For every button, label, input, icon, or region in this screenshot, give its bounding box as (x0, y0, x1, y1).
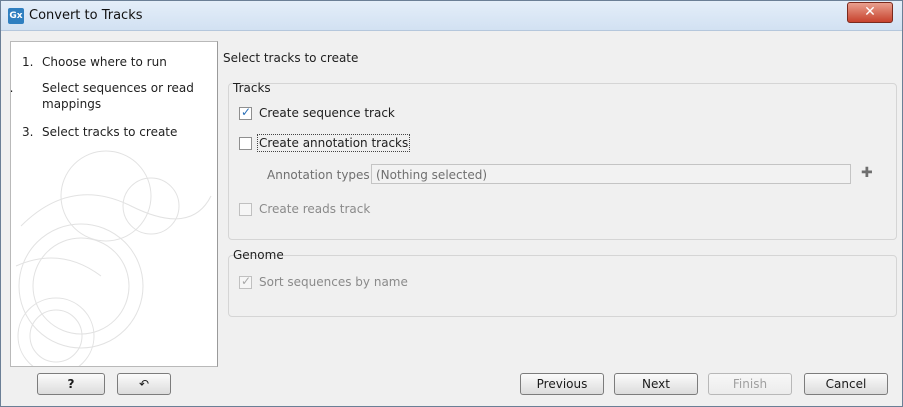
annotation-types-label: Annotation types (267, 168, 370, 182)
dialog-footer: ? ↶ Previous Next Finish Cancel (1, 366, 902, 406)
step-number: 2. (10, 81, 14, 95)
decorative-spiral-graphic (15, 150, 212, 366)
dialog-window: Gx Convert to Tracks ✕ 1. Choose where to… (0, 0, 903, 407)
checkbox-label: Sort sequences by name (259, 275, 408, 289)
checkbox-unchecked-icon (239, 136, 252, 150)
finish-button[interactable]: Finish (708, 373, 792, 395)
previous-button[interactable]: Previous (520, 373, 604, 395)
checkbox-label: Create sequence track (259, 106, 395, 120)
reset-icon: ↶ (138, 377, 150, 391)
checkbox-unchecked-icon (239, 202, 252, 216)
page-title: Select tracks to create (223, 51, 359, 65)
title-bar: Gx Convert to Tracks ✕ (1, 1, 902, 31)
step-number: 1. (22, 55, 34, 69)
cancel-button[interactable]: Cancel (804, 373, 888, 395)
help-button[interactable]: ? (37, 373, 105, 395)
next-button[interactable]: Next (614, 373, 698, 395)
checkbox-checked-icon (239, 274, 252, 289)
step-1: 1. Choose where to run (22, 54, 167, 70)
checkbox-label: Create annotation tracks (256, 134, 411, 152)
create-sequence-track-checkbox[interactable]: Create sequence track (239, 105, 395, 120)
close-icon: ✕ (864, 4, 876, 20)
plus-icon[interactable]: ✚ (861, 165, 873, 181)
step-label: Select sequences or read mappings (42, 81, 194, 111)
checkbox-checked-icon (239, 105, 252, 120)
reset-button[interactable]: ↶ (117, 373, 171, 395)
tracks-group-title: Tracks (233, 81, 271, 95)
create-reads-track-checkbox[interactable]: Create reads track (239, 202, 370, 216)
step-label: Choose where to run (42, 55, 167, 69)
genome-group-title: Genome (233, 248, 284, 262)
sort-sequences-checkbox[interactable]: Sort sequences by name (239, 274, 408, 289)
main-panel: Select tracks to create Tracks Create se… (217, 41, 901, 365)
checkbox-label: Create reads track (259, 202, 371, 216)
window-title: Convert to Tracks (29, 8, 143, 23)
step-2: 2. Select sequences or read mappings (10, 80, 217, 112)
close-button[interactable]: ✕ (847, 2, 893, 23)
annotation-types-field[interactable]: (Nothing selected) (371, 164, 851, 184)
steps-panel: 1. Choose where to run 2. Select sequences… (10, 41, 218, 367)
app-icon: Gx (8, 8, 24, 24)
create-annotation-tracks-checkbox[interactable]: Create annotation tracks (239, 134, 411, 152)
